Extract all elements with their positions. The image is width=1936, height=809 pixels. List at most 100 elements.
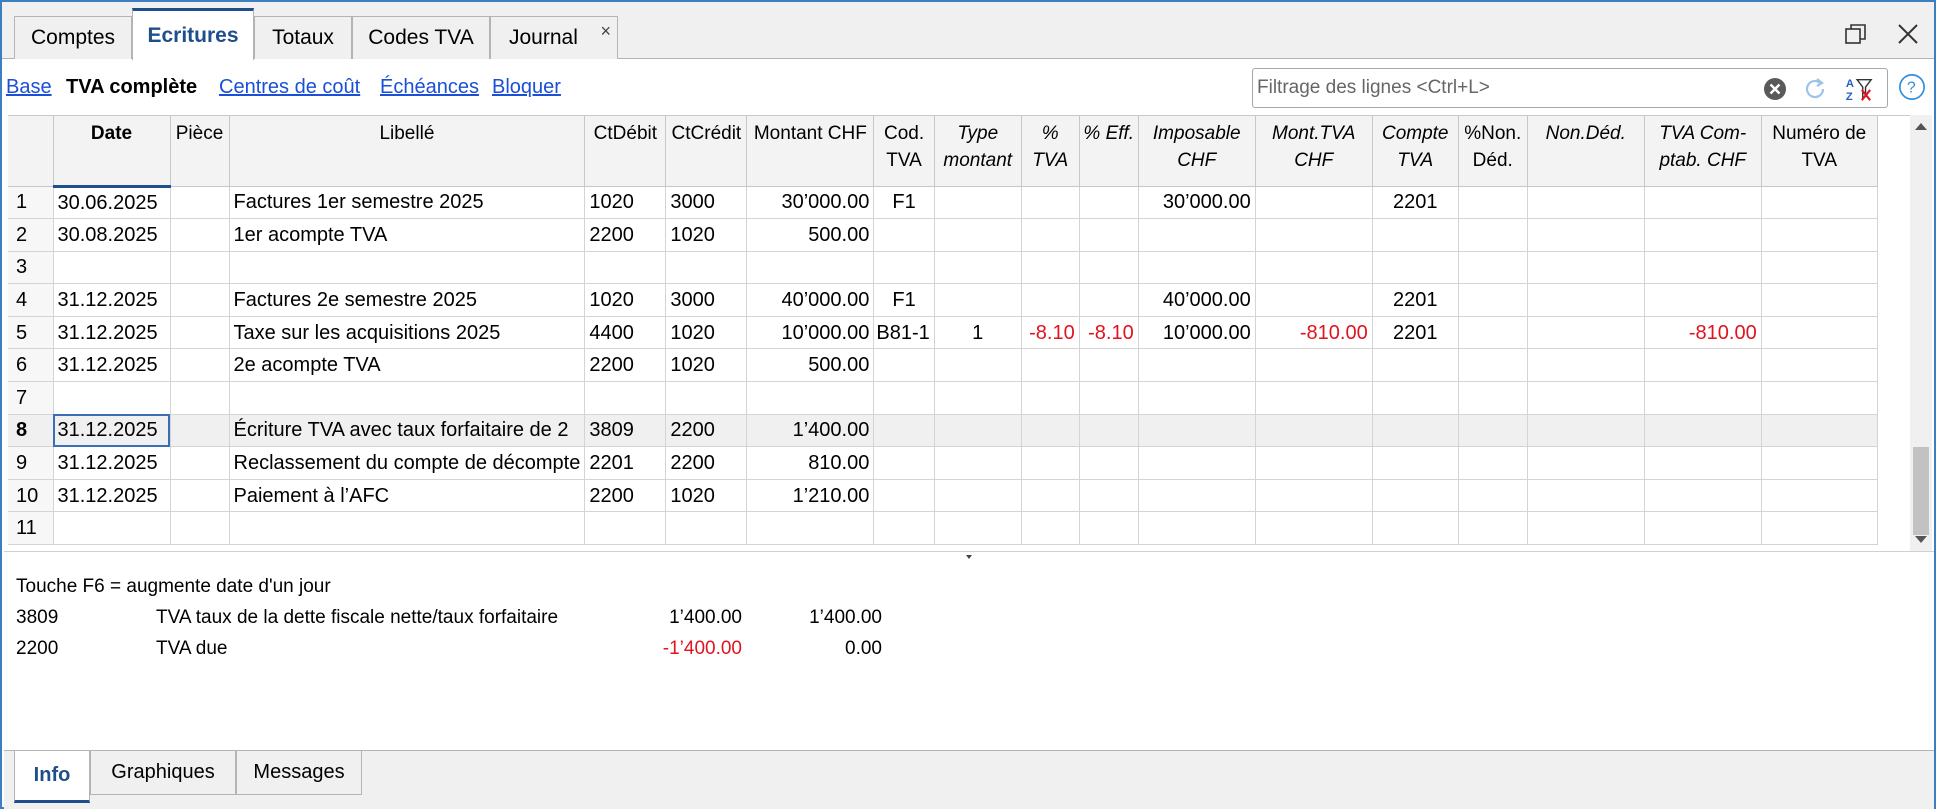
cell-codtva[interactable] xyxy=(873,218,935,252)
cell-date[interactable]: 31.12.2025 xyxy=(53,479,171,513)
cell-ctdebit[interactable]: 3809 xyxy=(584,414,667,448)
cell-montant[interactable]: 810.00 xyxy=(746,446,875,480)
cell-imposable[interactable]: 40’000.00 xyxy=(1138,283,1256,317)
cell-pcttva[interactable] xyxy=(1021,446,1080,480)
cell-tvacomptab[interactable] xyxy=(1644,186,1762,220)
cell-tvacomptab[interactable] xyxy=(1644,381,1762,415)
cell-montant[interactable] xyxy=(746,381,875,415)
refresh-icon[interactable] xyxy=(1801,75,1829,103)
cell-nonded[interactable] xyxy=(1527,316,1645,350)
view-link-tva-complete[interactable]: TVA complète xyxy=(66,76,197,99)
cell-nonded[interactable] xyxy=(1527,479,1645,513)
cell-montant[interactable]: 1’400.00 xyxy=(746,414,875,448)
cell-numtva[interactable] xyxy=(1761,218,1878,252)
view-link-centres-de-cout[interactable]: Centres de coût xyxy=(219,76,360,99)
cell-typemontant[interactable] xyxy=(934,414,1022,448)
cell-piece[interactable] xyxy=(170,414,230,448)
cell-date[interactable]: 31.12.2025 xyxy=(53,446,171,480)
cell-typemontant[interactable] xyxy=(934,381,1022,415)
view-link-bloquer[interactable]: Bloquer xyxy=(492,76,561,99)
cell-imposable[interactable] xyxy=(1138,511,1256,546)
cell-comptetva[interactable]: 2201 xyxy=(1372,186,1459,220)
scroll-down-icon[interactable] xyxy=(1914,535,1928,545)
cell-ctcredit[interactable]: 1020 xyxy=(665,316,748,350)
cell-date[interactable] xyxy=(53,381,171,415)
cell-imposable[interactable] xyxy=(1138,348,1256,383)
cell-pcttva[interactable] xyxy=(1021,283,1080,317)
cell-numtva[interactable] xyxy=(1761,251,1878,285)
cell-libelle[interactable]: 2e acompte TVA xyxy=(229,348,586,383)
cell-ctcredit[interactable] xyxy=(665,381,748,415)
table-row[interactable]: 4 31.12.2025 Factures 2e semestre 2025 1020… xyxy=(8,283,1878,317)
cell-ctdebit[interactable]: 2200 xyxy=(584,218,667,252)
table-row[interactable]: 5 31.12.2025 Taxe sur les acquisitions 202… xyxy=(8,316,1878,350)
table-row[interactable]: 6 31.12.2025 2e acompte TVA 2200 1020 500.00 xyxy=(8,348,1878,383)
cell-ctdebit[interactable]: 2200 xyxy=(584,479,667,513)
cell-monttva[interactable] xyxy=(1255,511,1373,546)
column-header-monttva[interactable]: Mont.TVA CHF xyxy=(1255,116,1373,187)
cell-montant[interactable]: 500.00 xyxy=(746,218,875,252)
cell-ctcredit[interactable] xyxy=(665,251,748,285)
cell-typemontant[interactable] xyxy=(934,251,1022,285)
cell-tvacomptab[interactable] xyxy=(1644,251,1762,285)
cell-libelle[interactable]: Factures 2e semestre 2025 xyxy=(229,283,586,317)
cell-pctnonded[interactable] xyxy=(1458,283,1528,317)
cell-ctcredit[interactable]: 2200 xyxy=(665,446,748,480)
cell-codtva[interactable] xyxy=(873,348,935,383)
cell-monttva[interactable] xyxy=(1255,186,1373,220)
cell-date[interactable]: 31.12.2025 xyxy=(53,283,171,317)
close-window-icon[interactable] xyxy=(1892,18,1924,50)
cell-ctdebit[interactable] xyxy=(584,381,667,415)
tab-totaux[interactable]: Totaux xyxy=(254,16,352,59)
cell-nonded[interactable] xyxy=(1527,186,1645,220)
cell-montant[interactable]: 30’000.00 xyxy=(746,186,875,220)
table-row[interactable]: 9 31.12.2025 Reclassement du compte de déc… xyxy=(8,446,1878,480)
cell-libelle[interactable]: Factures 1er semestre 2025 xyxy=(229,186,586,220)
cell-imposable[interactable]: 10’000.00 xyxy=(1138,316,1256,350)
cell-monttva[interactable] xyxy=(1255,479,1373,513)
cell-nonded[interactable] xyxy=(1527,446,1645,480)
cell-comptetva[interactable] xyxy=(1372,446,1459,480)
cell-numtva[interactable] xyxy=(1761,511,1878,546)
cell-pcteff[interactable]: -8.10 xyxy=(1079,316,1139,350)
cell-pcteff[interactable] xyxy=(1079,381,1139,415)
cell-montant[interactable]: 500.00 xyxy=(746,348,875,383)
cell-ctcredit[interactable]: 1020 xyxy=(665,479,748,513)
cell-numtva[interactable] xyxy=(1761,381,1878,415)
table-row[interactable]: 2 30.08.2025 1er acompte TVA 2200 1020 500.00 xyxy=(8,218,1878,252)
cell-date[interactable]: 30.08.2025 xyxy=(53,218,171,252)
cell-nonded[interactable] xyxy=(1527,348,1645,383)
column-header-libelle[interactable]: Libellé xyxy=(229,116,586,187)
cell-date[interactable]: 31.12.2025 xyxy=(53,316,171,350)
help-icon[interactable]: ? xyxy=(1898,73,1926,101)
cell-piece[interactable] xyxy=(170,446,230,480)
cell-montant[interactable]: 1’210.00 xyxy=(746,479,875,513)
cell-libelle[interactable] xyxy=(229,511,586,546)
column-header-pctnonded[interactable]: %Non. Déd. xyxy=(1458,116,1528,187)
cell-pctnonded[interactable] xyxy=(1458,186,1528,220)
cell-ctcredit[interactable] xyxy=(665,511,748,546)
cell-pctnonded[interactable] xyxy=(1458,511,1528,546)
cell-piece[interactable] xyxy=(170,348,230,383)
cell-pcttva[interactable] xyxy=(1021,511,1080,546)
cell-numtva[interactable] xyxy=(1761,186,1878,220)
cell-imposable[interactable] xyxy=(1138,218,1256,252)
cell-pcttva[interactable] xyxy=(1021,251,1080,285)
cell-pctnonded[interactable] xyxy=(1458,251,1528,285)
column-header-nonded[interactable]: Non.Déd. xyxy=(1527,116,1645,187)
cell-pcteff[interactable] xyxy=(1079,186,1139,220)
cell-comptetva[interactable]: 2201 xyxy=(1372,316,1459,350)
cell-nonded[interactable] xyxy=(1527,218,1645,252)
cell-pctnonded[interactable] xyxy=(1458,316,1528,350)
cell-libelle[interactable] xyxy=(229,381,586,415)
cell-tvacomptab[interactable] xyxy=(1644,511,1762,546)
sort-filter-icon[interactable]: A Z xyxy=(1845,75,1873,103)
table-row[interactable]: 11 xyxy=(8,511,1878,546)
cell-codtva[interactable] xyxy=(873,511,935,546)
cell-libelle[interactable]: Taxe sur les acquisitions 2025 xyxy=(229,316,586,350)
cell-imposable[interactable] xyxy=(1138,446,1256,480)
cell-ctdebit[interactable] xyxy=(584,251,667,285)
cell-typemontant[interactable] xyxy=(934,479,1022,513)
cell-libelle[interactable]: Reclassement du compte de décompte xyxy=(229,446,586,480)
cell-nonded[interactable] xyxy=(1527,283,1645,317)
